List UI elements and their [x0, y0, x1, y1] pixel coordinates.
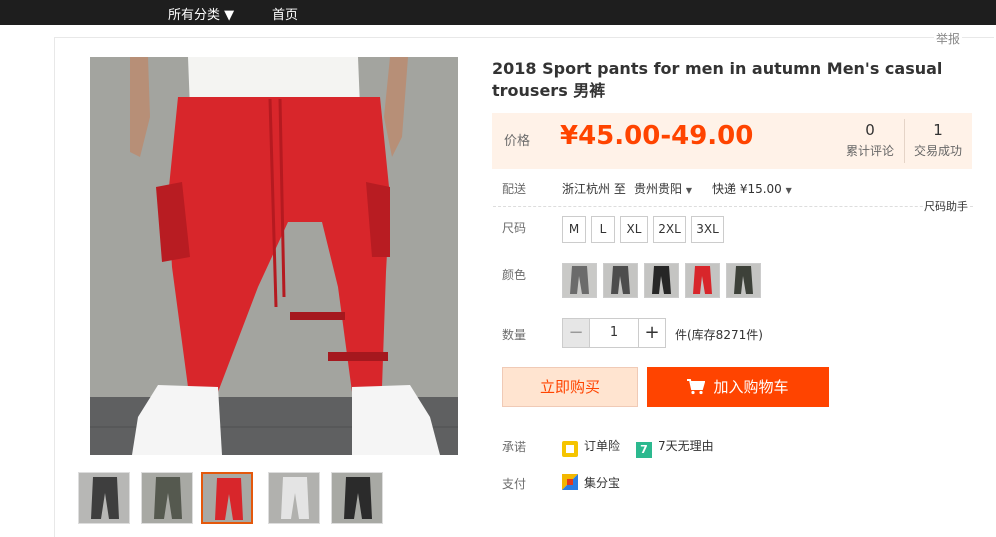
shipping-to: 贵州贵阳 — [634, 182, 683, 196]
product-title: 2018 Sport pants for men in autumn Men's… — [492, 59, 943, 100]
quantity-input[interactable]: 1 — [589, 318, 639, 348]
main-product-image — [90, 57, 458, 455]
stock-info: 件(库存8271件) — [675, 328, 763, 342]
report-link[interactable]: 举报 — [934, 30, 963, 47]
size-option-l[interactable]: L — [591, 216, 615, 243]
seven-day-icon: 7 — [636, 442, 652, 458]
thumbnail-2[interactable] — [141, 472, 193, 524]
payment-method-label: 集分宝 — [584, 476, 621, 490]
size-option-xl[interactable]: XL — [620, 216, 648, 243]
divider — [493, 206, 973, 207]
price-label: 价格 — [504, 134, 531, 149]
reviews-label: 累计评论 — [845, 144, 894, 158]
shipping-label: 配送 — [502, 182, 527, 196]
payment-method[interactable]: 集分宝 — [562, 474, 620, 491]
stat-divider — [904, 119, 905, 163]
chevron-down-icon: ▼ — [785, 186, 792, 195]
seven-day-return-label: 7天无理由 — [658, 439, 714, 453]
size-option-2xl[interactable]: 2XL — [653, 216, 686, 243]
color-swatch-dark-gray[interactable] — [603, 263, 638, 298]
add-to-cart-button[interactable]: 加入购物车 — [647, 367, 829, 407]
buy-now-button[interactable]: 立即购买 — [502, 367, 638, 407]
seven-day-return[interactable]: 7 7天无理由 — [636, 437, 714, 458]
insurance-icon — [562, 441, 578, 457]
color-swatch-black[interactable] — [644, 263, 679, 298]
top-nav-bar: 所有分类 ▼ 首页 — [0, 0, 996, 25]
deals-label: 交易成功 — [913, 144, 962, 158]
quantity-increase-button[interactable]: + — [638, 318, 666, 348]
price-panel: 价格 ¥45.00-49.00 0 累计评论 1 交易成功 — [492, 113, 972, 169]
color-swatch-red[interactable] — [685, 263, 720, 298]
reviews-stat[interactable]: 0 累计评论 — [844, 121, 896, 159]
shipping-method: 快递 ¥15.00 — [712, 182, 782, 196]
quantity-decrease-button[interactable]: − — [562, 318, 590, 348]
chevron-down-icon: ▼ — [685, 186, 692, 195]
payment-label: 支付 — [502, 477, 527, 491]
home-link[interactable]: 首页 — [272, 4, 298, 23]
all-categories-menu[interactable]: 所有分类 ▼ — [168, 4, 234, 23]
quantity-label: 数量 — [502, 328, 527, 342]
thumbnail-4[interactable] — [268, 472, 320, 524]
shipping-method-select[interactable]: 快递 ¥15.00 ▼ — [712, 180, 792, 197]
shipping-destination-select[interactable]: 贵州贵阳 ▼ — [634, 180, 692, 197]
jifenbao-icon — [562, 474, 578, 490]
size-helper-link[interactable]: 尺码助手 — [924, 198, 968, 214]
size-option-3xl[interactable]: 3XL — [691, 216, 724, 243]
size-option-m[interactable]: M — [562, 216, 586, 243]
shipping-from: 浙江杭州 至 — [562, 182, 626, 196]
order-insurance[interactable]: 订单险 — [562, 437, 620, 457]
thumbnail-5[interactable] — [331, 472, 383, 524]
size-label: 尺码 — [502, 221, 527, 235]
order-insurance-label: 订单险 — [584, 439, 621, 453]
color-label: 颜色 — [502, 268, 527, 282]
price-value: ¥45.00-49.00 — [560, 121, 754, 151]
reviews-count: 0 — [865, 121, 875, 139]
promise-label: 承诺 — [502, 440, 527, 454]
cart-icon — [687, 379, 706, 395]
deals-count: 1 — [933, 121, 943, 139]
color-swatch-gray[interactable] — [562, 263, 597, 298]
color-swatch-army-green[interactable] — [726, 263, 761, 298]
deals-stat[interactable]: 1 交易成功 — [910, 121, 966, 159]
thumbnail-1[interactable] — [78, 472, 130, 524]
add-to-cart-label: 加入购物车 — [713, 378, 789, 396]
thumbnail-3-selected[interactable] — [201, 472, 253, 524]
